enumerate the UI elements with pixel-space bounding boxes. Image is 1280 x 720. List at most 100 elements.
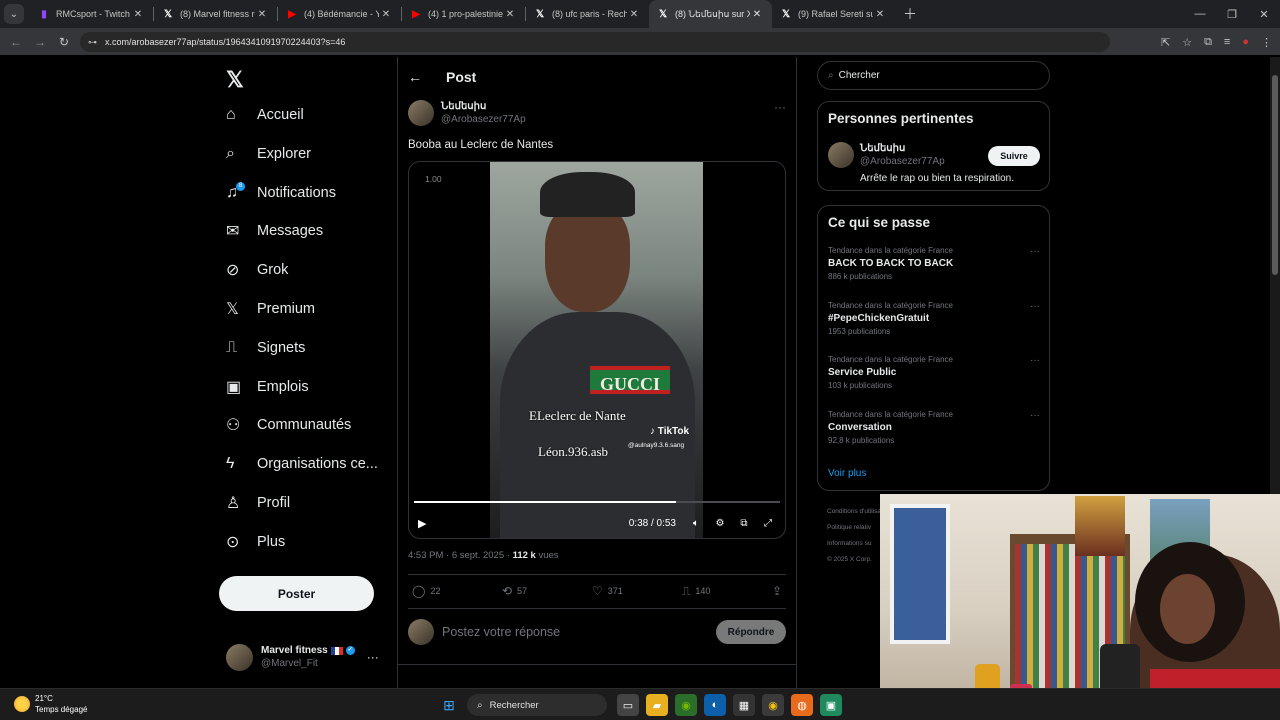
more-dots-icon[interactable]: ···	[774, 100, 786, 114]
relevant-user-name[interactable]: Նեմեսիս	[860, 143, 945, 154]
video-player[interactable]: 1.00 GUCCI ELeclerc de Nante Léon.936.as…	[408, 161, 786, 539]
taskbar-search[interactable]: ⌕ Rechercher	[467, 694, 607, 716]
site-info-icon[interactable]: ⊶	[88, 37, 97, 48]
settings-gear-icon[interactable]: ⚙	[708, 518, 732, 529]
back-arrow-icon[interactable]: ←	[408, 69, 438, 85]
extensions-icon[interactable]: ⧉	[1204, 36, 1212, 49]
app-icon[interactable]: ▣	[820, 694, 842, 716]
video-progress-bar[interactable]	[414, 501, 780, 503]
sidebar-item-messages[interactable]: ✉ Messages	[218, 212, 323, 250]
store-icon[interactable]: ▦	[733, 694, 755, 716]
menu-icon[interactable]: ⋮	[1261, 36, 1272, 49]
reply-action[interactable]: ◯ 22	[412, 584, 502, 598]
close-tab-icon[interactable]: ✕	[255, 9, 269, 20]
restore-icon[interactable]: ❐	[1216, 8, 1248, 21]
browser-tab[interactable]: ▮ RMCsport - Twitch ✕	[30, 0, 153, 28]
sidebar-item-notifications[interactable]: ♫ Notifications 8	[218, 174, 336, 212]
back-arrow-icon[interactable]: ←	[4, 35, 28, 49]
browser-tab[interactable]: 𝕏 (9) Rafael Sereti sur X✕	[772, 0, 895, 28]
chrome-icon[interactable]: ◉	[762, 694, 784, 716]
more-dots-icon[interactable]: ···	[1030, 246, 1040, 257]
x-logo[interactable]: 𝕏	[226, 67, 244, 93]
repost-action[interactable]: ⟲ 57	[502, 584, 592, 598]
sidebar-item-communautés[interactable]: ⚇ Communautés	[218, 406, 351, 444]
weather-widget[interactable]: 21°C Temps dégagé	[14, 693, 87, 715]
post-button[interactable]: Poster	[219, 576, 374, 611]
trend-item[interactable]: Tendance dans la catégorie France Convers…	[828, 410, 1040, 450]
windows-start-icon[interactable]: ⊞	[438, 694, 460, 716]
close-tab-icon[interactable]: ✕	[627, 9, 641, 20]
see-more-link[interactable]: Voir plus	[828, 468, 866, 479]
fullscreen-icon[interactable]: ⤢	[756, 518, 780, 529]
close-tab-icon[interactable]: ✕	[379, 9, 393, 20]
follow-button[interactable]: Suivre	[988, 146, 1040, 166]
trend-item[interactable]: Tendance dans la catégorie France #PepeCh…	[828, 301, 1040, 341]
browser-tab[interactable]: 𝕏 (8) Marvel fitness re (✕	[154, 0, 277, 28]
author-name[interactable]: Նեմեսիս	[441, 101, 526, 112]
more-dots-icon[interactable]: ···	[1030, 355, 1040, 366]
task-view-icon[interactable]: ▭	[617, 694, 639, 716]
reload-icon[interactable]: ↻	[52, 35, 76, 49]
tab-search-icon[interactable]: ⌄	[4, 4, 24, 24]
browser-tab[interactable]: 𝕏 (8) Նեմեսիս sur X : ✕	[649, 0, 772, 28]
sidebar-item-profil[interactable]: ♙ Profil	[218, 484, 290, 522]
post-author[interactable]: Նեմեսիս @Arobasezer77Ap	[408, 100, 526, 126]
footer-link-info[interactable]: Informations su	[827, 536, 881, 552]
close-tab-icon[interactable]: ✕	[503, 9, 517, 20]
bookmark-action[interactable]: ⎍ 140	[682, 584, 772, 599]
browser-tab[interactable]: ▶ (4) Bédémancie - You✕	[278, 0, 401, 28]
minimize-icon[interactable]: —	[1184, 8, 1216, 20]
sidebar-item-grok[interactable]: ⊘ Grok	[218, 251, 288, 289]
profile-icon[interactable]: ●	[1242, 36, 1249, 48]
address-bar[interactable]: ⊶ x.com/arobasezer77ap/status/1964341091…	[80, 32, 1110, 52]
more-dots-icon[interactable]: ···	[1030, 301, 1040, 312]
footer-link-privacy[interactable]: Politique relativ	[827, 520, 881, 536]
media-icon[interactable]: ≡	[1224, 36, 1230, 48]
author-handle[interactable]: @Arobasezer77Ap	[441, 114, 526, 125]
edge-icon[interactable]: ◐	[704, 694, 726, 716]
more-dots-icon[interactable]: ···	[1030, 410, 1040, 421]
sidebar-item-organisations-ce[interactable]: ϟ Organisations ce...	[218, 445, 378, 483]
video-frame[interactable]: GUCCI ELeclerc de Nante Léon.936.asb ♪ T…	[490, 162, 703, 538]
nvidia-icon[interactable]: ◉	[675, 694, 697, 716]
sidebar-item-signets[interactable]: ⎍ Signets	[218, 329, 305, 367]
sidebar-item-emplois[interactable]: ▣ Emplois	[218, 368, 309, 406]
browser-tab[interactable]: ▶ (4) 1 pro-palestinien ✕	[402, 0, 525, 28]
new-tab-icon[interactable]: ＋	[903, 4, 917, 24]
avatar[interactable]	[828, 142, 854, 168]
reply-input[interactable]	[442, 625, 692, 639]
firefox-icon[interactable]: ◍	[791, 694, 813, 716]
like-action[interactable]: ♡ 371	[592, 584, 682, 598]
close-tab-icon[interactable]: ✕	[131, 9, 145, 20]
sidebar-item-plus[interactable]: ⊙ Plus	[218, 523, 285, 561]
install-app-icon[interactable]: ⇱	[1161, 36, 1170, 49]
search-input[interactable]	[838, 70, 1019, 81]
scrollbar-thumb[interactable]	[1272, 75, 1278, 275]
forward-arrow-icon[interactable]: →	[28, 35, 52, 49]
reply-button[interactable]: Répondre	[716, 620, 786, 644]
trend-item[interactable]: Tendance dans la catégorie France Service…	[828, 355, 1040, 395]
sidebar-item-premium[interactable]: 𝕏 Premium	[218, 290, 315, 328]
bookmark-star-icon[interactable]: ☆	[1182, 36, 1192, 49]
trend-item[interactable]: Tendance dans la catégorie France BACK TO…	[828, 246, 1040, 286]
sidebar-item-accueil[interactable]: ⌂ Accueil	[218, 96, 304, 134]
pip-icon[interactable]: ⧉	[732, 518, 756, 529]
avatar[interactable]	[408, 100, 434, 126]
relevant-user-handle[interactable]: @Arobasezer77Ap	[860, 156, 945, 167]
play-icon[interactable]: ▶	[418, 517, 426, 530]
close-tab-icon[interactable]: ✕	[750, 9, 764, 20]
share-action[interactable]: ⇪	[772, 584, 782, 598]
close-window-icon[interactable]: ✕	[1248, 8, 1280, 21]
sidebar-item-explorer[interactable]: ⌕ Explorer	[218, 135, 311, 173]
account-switcher[interactable]: Marvel fitness ✓ @Marvel_Fit ···	[226, 641, 391, 673]
browser-tab[interactable]: 𝕏 (8) ufc paris - Recher✕	[526, 0, 649, 28]
relevant-user[interactable]: Նեմեսիս @Arobasezer77Ap	[828, 142, 945, 168]
file-explorer-icon[interactable]: ▰	[646, 694, 668, 716]
post-timestamp[interactable]: 4:53 PM · 6 sept. 2025 ·	[408, 550, 513, 561]
footer-link-terms[interactable]: Conditions d'utilisa	[827, 504, 881, 520]
footer-links: Conditions d'utilisa Politique relativ I…	[827, 504, 881, 568]
volume-icon[interactable]: 🔈︎	[684, 518, 708, 529]
close-tab-icon[interactable]: ✕	[873, 9, 887, 20]
more-dots-icon[interactable]: ···	[367, 650, 379, 664]
search-box[interactable]: ⌕	[817, 61, 1050, 90]
